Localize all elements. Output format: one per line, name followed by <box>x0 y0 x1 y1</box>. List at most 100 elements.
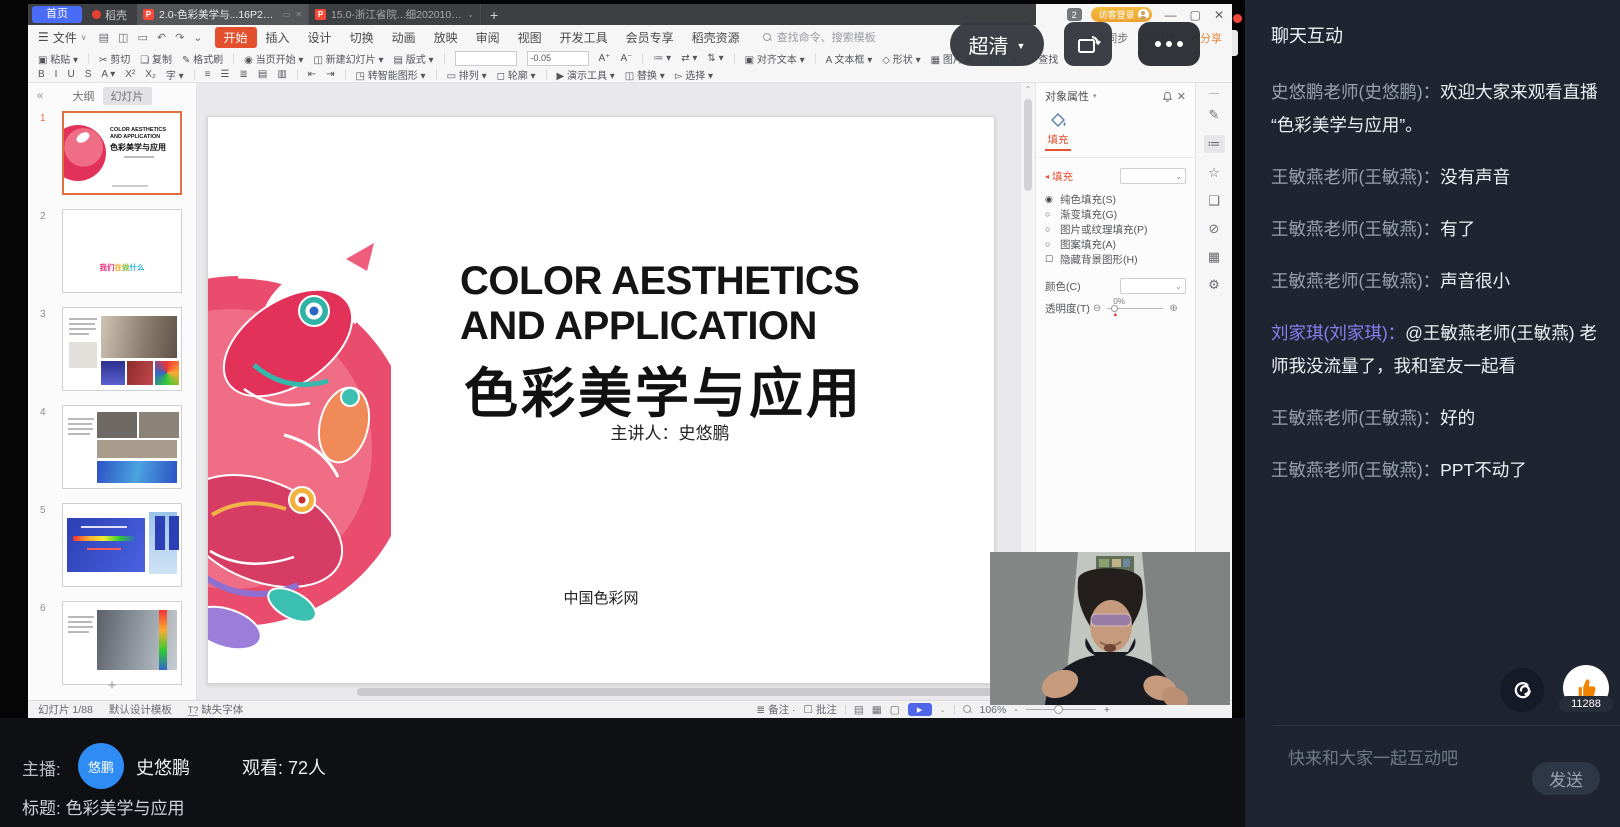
effects-icon[interactable]: ☆ <box>1208 165 1220 181</box>
document-tab-active[interactable]: P 2.0-色彩美学与...16P220316 ▭ ✕ <box>137 4 309 25</box>
slide-thumbnail-5[interactable] <box>62 503 182 587</box>
tab-docer[interactable]: 稻壳 <box>82 4 137 25</box>
fill-option[interactable]: ○ 渐变填充(G) <box>1045 207 1186 221</box>
chevron-down-icon[interactable]: ▾ <box>1093 92 1097 100</box>
message-sender[interactable]: 王敏燕老师(王敏燕)： <box>1271 271 1440 291</box>
menu-tab[interactable]: 审阅 <box>467 27 509 48</box>
notes-toggle[interactable]: ≣ 备注 · <box>756 702 795 717</box>
slide-thumbnail-1[interactable]: COLOR AESTHETICS AND APPLICATION 色彩美学与应用 <box>62 111 182 195</box>
menu-tab[interactable]: 稻壳资源 <box>683 27 749 48</box>
fill-option[interactable]: ○ 图案填充(A) <box>1045 237 1186 251</box>
collapse-panel-icon[interactable]: « <box>37 90 43 102</box>
file-menu[interactable]: ☰ 文件 ∨ <box>38 29 87 46</box>
quick-access-icon[interactable]: ↶ <box>157 31 166 44</box>
restore-button[interactable]: ▢ <box>1190 8 1201 22</box>
tab-slides[interactable]: 幻灯片 <box>103 87 152 105</box>
ribbon-item[interactable]: X₂ <box>145 69 156 80</box>
menu-tab[interactable]: 插入 <box>257 27 299 48</box>
ribbon-item[interactable]: ⇥ <box>326 69 334 80</box>
ribbon-item[interactable] <box>233 53 234 64</box>
quick-access-icon[interactable]: ⌄ <box>193 31 202 44</box>
transparency-slider[interactable]: 0% ▲ <box>1107 308 1163 309</box>
message-sender[interactable]: 刘家琪(刘家琪)： <box>1271 323 1405 343</box>
zoom-level[interactable]: 106% <box>980 704 1007 716</box>
ribbon-item[interactable]: ▤ <box>258 69 267 80</box>
quick-access-icon[interactable]: ↷ <box>175 31 184 44</box>
send-button[interactable]: 发送 <box>1532 762 1600 795</box>
fill-option[interactable]: ☐ 隐藏背景图形(H) <box>1045 252 1186 266</box>
ribbon-item[interactable]: ▣ 粘贴 ▾ <box>38 51 78 66</box>
ribbon-item[interactable] <box>546 69 547 80</box>
ribbon-item[interactable]: ▤ 版式 ▾ <box>393 51 433 66</box>
notification-badge[interactable]: 2 <box>1067 8 1082 21</box>
properties-icon[interactable]: ≔ <box>1204 135 1225 153</box>
zoom-slider[interactable] <box>1026 709 1096 710</box>
message-sender[interactable]: 史悠鹏老师(史悠鹏)： <box>1271 82 1440 102</box>
grid-icon[interactable]: ▦ <box>1208 249 1220 265</box>
ribbon-item[interactable]: A ▾ <box>101 69 115 80</box>
chat-input[interactable]: 快来和大家一起互动吧 <box>1288 744 1528 769</box>
ribbon-item[interactable]: I <box>55 69 58 80</box>
slide-thumbnail-3[interactable] <box>62 307 182 391</box>
share-link-button[interactable] <box>1500 668 1544 712</box>
resize-handle-icon[interactable]: — <box>1209 88 1219 99</box>
ribbon-item[interactable] <box>436 69 437 80</box>
tab-pin-icon[interactable]: ▭ <box>283 10 291 19</box>
design-template[interactable]: 默认设计模板 <box>109 702 172 717</box>
command-search[interactable]: 查找命令、搜索模板 <box>763 29 876 45</box>
close-button[interactable]: ✕ <box>1214 8 1224 22</box>
collapse-icon[interactable]: ◂ <box>1045 172 1049 181</box>
ribbon-item[interactable]: ▥ <box>277 69 286 80</box>
minimize-button[interactable]: — <box>1165 8 1177 22</box>
reading-view-icon[interactable]: ▢ <box>890 704 900 716</box>
settings-icon[interactable]: ⚙ <box>1208 277 1220 293</box>
ribbon-item[interactable] <box>88 53 89 64</box>
ribbon-item[interactable]: ▶ 演示工具 ▾ <box>557 67 615 82</box>
presenter-webcam[interactable] <box>990 552 1230 705</box>
ribbon-item[interactable]: ◫ 新建幻灯片 ▾ <box>313 51 383 66</box>
close-panel-icon[interactable]: ✕ <box>1177 90 1186 103</box>
fill-option[interactable]: ○ 图片或纹理填充(P) <box>1045 222 1186 236</box>
ribbon-item[interactable]: ☰ <box>221 69 230 80</box>
ribbon-item[interactable]: -0.05 <box>527 51 589 66</box>
sorter-view-icon[interactable]: ▦ <box>872 704 882 716</box>
beautify-icon[interactable]: ✎ <box>1209 107 1220 123</box>
menu-tab[interactable]: 开发工具 <box>551 27 617 48</box>
message-sender[interactable]: 王敏燕老师(王敏燕)： <box>1271 460 1440 480</box>
stream-quality-button[interactable]: 超清 ▼ <box>950 22 1044 66</box>
ribbon-item[interactable]: ◻ 轮廓 ▾ <box>497 67 536 82</box>
restrict-icon[interactable]: ⊘ <box>1209 221 1220 237</box>
play-options-icon[interactable]: ⌄ <box>940 706 946 714</box>
message-sender[interactable]: 王敏燕老师(王敏燕)： <box>1271 408 1440 428</box>
scroll-up-icon[interactable]: ⌃ <box>1021 85 1035 94</box>
quick-access-icon[interactable]: ▭ <box>137 31 147 44</box>
ribbon-item[interactable] <box>734 53 735 64</box>
message-sender[interactable]: 王敏燕老师(王敏燕)： <box>1271 167 1440 187</box>
menu-tab[interactable]: 切换 <box>341 27 383 48</box>
ribbon-item[interactable]: S <box>85 69 92 80</box>
ribbon-item[interactable] <box>194 69 195 80</box>
document-tab[interactable]: P 15.0-浙江省院...细20201026 ⌄ <box>309 4 481 25</box>
ribbon-item[interactable] <box>297 69 298 80</box>
ribbon-item[interactable]: ≔ ▾ <box>653 53 671 64</box>
host-avatar[interactable]: 悠鹏 <box>78 743 124 789</box>
ribbon-item[interactable]: ◇ 形状 ▾ <box>882 51 920 66</box>
menu-tab[interactable]: 会员专享 <box>617 27 683 48</box>
normal-view-icon[interactable]: ▤ <box>854 704 864 716</box>
comments-toggle[interactable]: ☐ 批注 <box>804 702 837 717</box>
slide-thumbnail-2[interactable]: 我们在做什么 <box>62 209 182 293</box>
ribbon-item[interactable]: ▭ 排列 ▾ <box>447 67 487 82</box>
ribbon-item[interactable]: X² <box>125 69 135 80</box>
ribbon-item[interactable]: A⁻ <box>620 53 632 64</box>
ribbon-item[interactable]: ◳ 转智能图形 ▾ <box>356 67 426 82</box>
tab-chevron-icon[interactable]: ⌄ <box>467 10 474 19</box>
layers-icon[interactable]: ❏ <box>1208 193 1220 209</box>
increase-icon[interactable]: ⊕ <box>1169 303 1177 314</box>
ribbon-item[interactable]: U <box>67 69 74 80</box>
fill-style-dropdown[interactable]: ⌄ <box>1120 168 1186 184</box>
ribbon-item[interactable]: ▻ 选择 ▾ <box>675 67 713 82</box>
ribbon-item[interactable] <box>815 53 816 64</box>
fill-option[interactable]: ◉ 纯色填充(S) <box>1045 192 1186 206</box>
ribbon-item[interactable]: ◉ 当页开始 ▾ <box>244 51 303 66</box>
ribbon-item[interactable]: ✎ 格式刷 <box>182 51 223 66</box>
